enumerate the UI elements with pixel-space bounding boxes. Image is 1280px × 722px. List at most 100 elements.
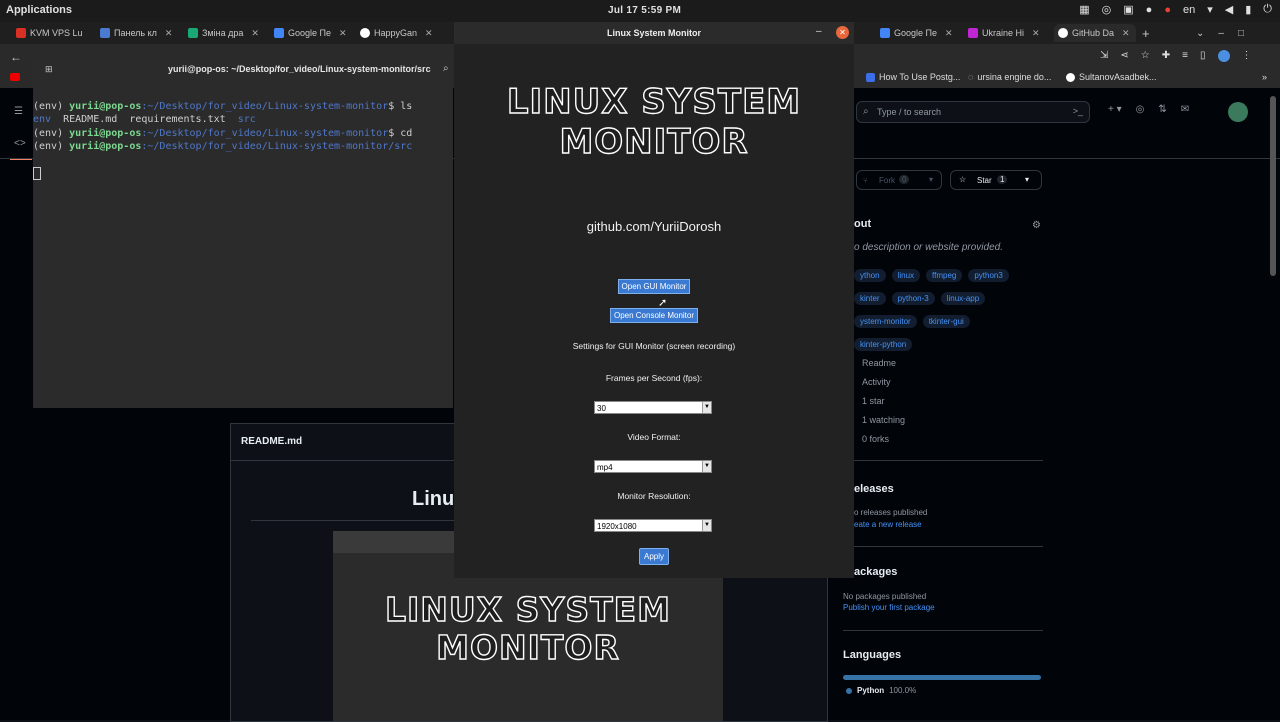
- fps-select[interactable]: 30 ▼: [594, 401, 712, 414]
- issues-icon[interactable]: ◎: [1136, 104, 1145, 115]
- close-tab-icon[interactable]: ✕: [945, 28, 953, 39]
- search-input[interactable]: ⌕ Type / to search >_: [856, 101, 1090, 123]
- command-palette-icon[interactable]: >_: [1073, 106, 1083, 116]
- code-icon[interactable]: <>: [14, 138, 26, 149]
- close-tab-icon[interactable]: ✕: [251, 28, 259, 39]
- releases-heading[interactable]: eleases: [854, 483, 894, 495]
- topic-tag[interactable]: linux: [891, 269, 921, 282]
- apply-button[interactable]: Apply: [639, 548, 669, 565]
- language-python[interactable]: Python 100.0%: [846, 686, 916, 695]
- page-scrollbar[interactable]: [1270, 96, 1276, 276]
- star-button[interactable]: ☆ Star 1 ▾: [950, 170, 1042, 190]
- activity-link[interactable]: Activity: [862, 377, 905, 387]
- battery-icon[interactable]: ▮: [1245, 3, 1251, 16]
- dropbox-icon[interactable]: ▦: [1079, 3, 1089, 16]
- open-gui-monitor-button[interactable]: Open GUI Monitor: [618, 279, 690, 294]
- applications-menu[interactable]: Applications: [6, 4, 72, 16]
- inbox-icon[interactable]: ✉: [1181, 104, 1189, 115]
- fork-button[interactable]: ⑂ Fork 0 ▾: [856, 170, 942, 190]
- close-tab-icon[interactable]: ✕: [1032, 28, 1040, 39]
- power-icon[interactable]: ⏻: [1263, 3, 1272, 16]
- topic-tag[interactable]: kinter: [854, 292, 886, 305]
- readme-link[interactable]: Readme: [862, 358, 905, 368]
- more-bookmarks-icon[interactable]: »: [1262, 72, 1267, 82]
- profile-avatar[interactable]: [1217, 50, 1230, 62]
- chevron-down-icon[interactable]: ▾: [1025, 175, 1029, 184]
- readme-filename[interactable]: README.md: [241, 436, 302, 447]
- bookmark-sultanov[interactable]: SultanovAsadbek...: [1066, 72, 1157, 82]
- pull-requests-icon[interactable]: ⇅: [1158, 104, 1166, 115]
- resolution-select[interactable]: 1920x1080 ▼: [594, 519, 712, 532]
- hamburger-icon[interactable]: ☰: [14, 106, 23, 117]
- chrome-icon[interactable]: ●: [1164, 4, 1171, 16]
- tab-happygan[interactable]: HappyGan ✕: [360, 24, 446, 42]
- chevron-down-icon[interactable]: ▼: [702, 520, 711, 531]
- tab-github-active[interactable]: GitHub Da ✕: [1054, 24, 1136, 42]
- watching-link[interactable]: 1 watching: [862, 415, 905, 425]
- minimize-icon[interactable]: –: [816, 26, 822, 37]
- tab-favicon-icon: [188, 28, 198, 38]
- open-console-monitor-button[interactable]: Open Console Monitor: [610, 308, 698, 323]
- tab-ukraine[interactable]: Ukraine Hi ✕: [968, 24, 1048, 42]
- steam-icon[interactable]: ●: [1146, 4, 1153, 16]
- youtube-icon[interactable]: [10, 73, 20, 81]
- back-icon[interactable]: ←: [10, 50, 22, 64]
- chevron-down-icon[interactable]: ▾: [929, 175, 933, 184]
- language-indicator[interactable]: en: [1183, 4, 1195, 16]
- close-icon[interactable]: ✕: [836, 26, 849, 39]
- close-tab-icon[interactable]: ✕: [339, 28, 347, 39]
- menu-kebab-icon[interactable]: ⋮: [1242, 50, 1252, 62]
- sidepanel-icon[interactable]: ▯: [1200, 50, 1206, 62]
- create-release-link[interactable]: eate a new release: [854, 520, 922, 529]
- topic-tag[interactable]: ython: [854, 269, 886, 282]
- extensions-icon[interactable]: ✚: [1162, 50, 1170, 62]
- tab-google[interactable]: Google Пе ✕: [274, 24, 350, 42]
- topic-tag[interactable]: ffmpeg: [926, 269, 963, 282]
- close-tab-icon[interactable]: ✕: [165, 28, 173, 39]
- minimize-icon[interactable]: –: [1218, 28, 1224, 39]
- window-titlebar[interactable]: Linux System Monitor – ✕: [454, 22, 854, 44]
- topic-tag[interactable]: python3: [968, 269, 1009, 282]
- bookmark-star-icon[interactable]: ☆: [1141, 50, 1150, 62]
- update-icon[interactable]: ◎: [1102, 3, 1112, 16]
- format-select[interactable]: mp4 ▼: [594, 460, 712, 473]
- env-prefix: (env): [33, 141, 70, 152]
- chevron-down-icon[interactable]: ▼: [702, 461, 711, 472]
- gear-icon[interactable]: ⚙: [1032, 220, 1041, 231]
- discord-icon[interactable]: ▣: [1123, 3, 1133, 16]
- publish-package-link[interactable]: Publish your first package: [843, 603, 935, 612]
- search-icon[interactable]: ⌕: [443, 63, 449, 74]
- tab-kvm-vps[interactable]: KVM VPS Lu✕: [16, 24, 86, 42]
- topic-tag[interactable]: ystem-monitor: [854, 315, 917, 328]
- chevron-down-icon[interactable]: ▼: [702, 402, 711, 413]
- maximize-icon[interactable]: □: [1238, 28, 1244, 39]
- topic-tag[interactable]: kinter-python: [854, 338, 913, 351]
- create-new-icon[interactable]: + ▾: [1108, 104, 1122, 115]
- bookmark-favicon-icon: [866, 72, 875, 82]
- stars-link[interactable]: 1 star: [862, 396, 905, 406]
- new-tab-button[interactable]: +: [1142, 24, 1154, 42]
- tab-google-2[interactable]: Google Пе ✕: [880, 24, 960, 42]
- clock[interactable]: Jul 17 5:59 PM: [608, 5, 681, 16]
- install-icon[interactable]: ⇲: [1100, 50, 1108, 62]
- packages-heading[interactable]: ackages: [854, 566, 897, 578]
- github-link[interactable]: github.com/YuriiDorosh: [454, 219, 854, 234]
- close-tab-icon[interactable]: ✕: [1122, 28, 1130, 39]
- share-icon[interactable]: ⋖: [1120, 50, 1128, 62]
- topic-tag[interactable]: linux-app: [940, 292, 986, 305]
- volume-icon[interactable]: ◀: [1225, 3, 1233, 16]
- terminal-window[interactable]: ⊞ yurii@pop-os: ~/Desktop/for_video/Linu…: [33, 58, 453, 408]
- media-icon[interactable]: ≡: [1182, 50, 1188, 62]
- forks-link[interactable]: 0 forks: [862, 434, 905, 444]
- close-tab-icon[interactable]: ✕: [425, 28, 433, 39]
- topic-tag[interactable]: tkinter-gui: [922, 315, 970, 328]
- topic-tag[interactable]: python-3: [891, 292, 935, 305]
- tab-panel[interactable]: Панель кл ✕: [100, 24, 180, 42]
- tab-zmina[interactable]: Зміна дра ✕: [188, 24, 264, 42]
- bookmark-postgres[interactable]: How To Use Postg...: [866, 72, 960, 82]
- avatar[interactable]: [1228, 102, 1248, 122]
- wifi-icon[interactable]: ▾: [1207, 3, 1213, 16]
- new-terminal-tab-icon[interactable]: ⊞: [45, 64, 53, 75]
- bookmark-ursina[interactable]: ◌ ursina engine do...: [968, 72, 1051, 82]
- tab-search-icon[interactable]: ⌄: [1196, 28, 1204, 39]
